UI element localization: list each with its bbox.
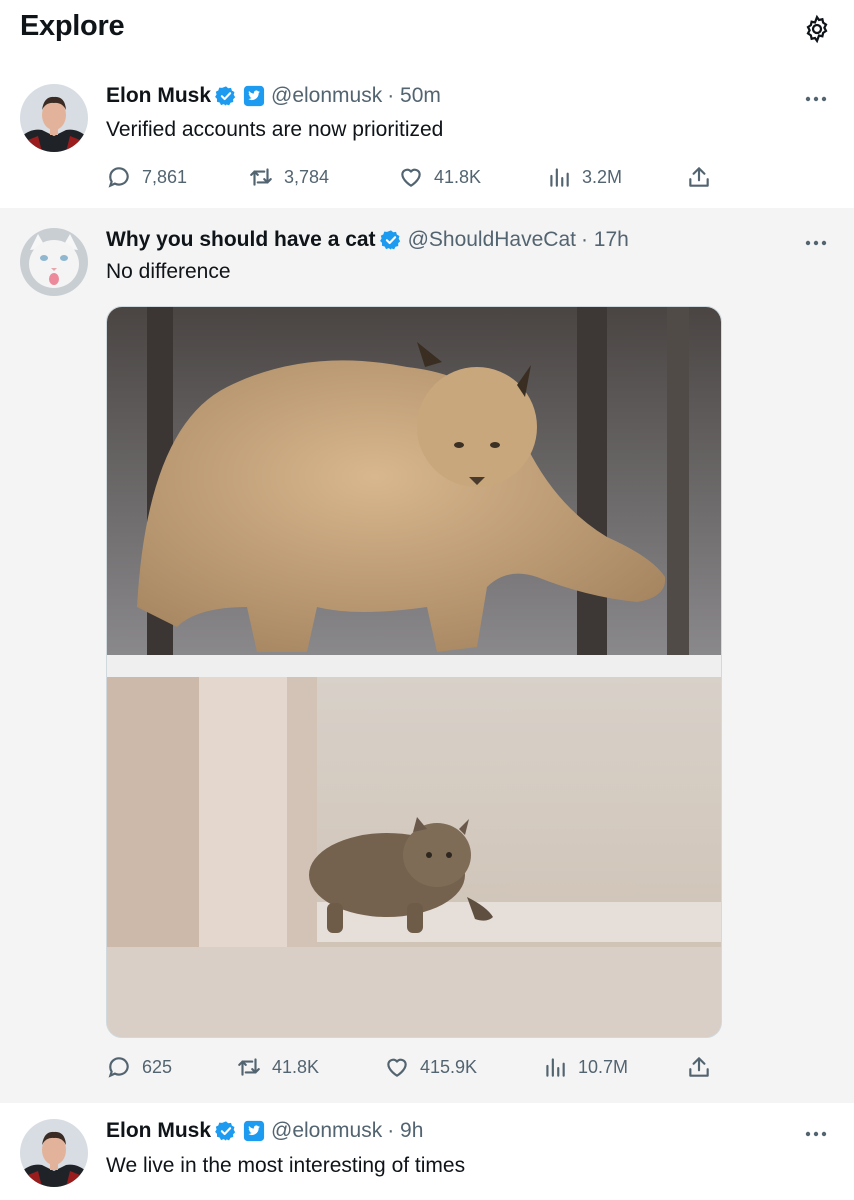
author-handle[interactable]: @elonmusk [271,84,382,108]
reply-count: 625 [142,1056,173,1077]
share-icon [689,167,709,187]
views-button[interactable]: 3.2M [546,164,622,190]
more-icon[interactable] [804,94,828,104]
more-icon[interactable] [804,1129,828,1139]
share-button[interactable] [686,164,722,190]
tweet-1[interactable]: Elon Musk @elonmusk · 50m Verified accou… [0,60,854,208]
lynx-and-cat-image [107,307,721,1037]
tweet-author-line: Elon Musk @elonmusk · 50m [106,84,441,108]
share-icon [689,1057,709,1077]
affiliate-badge-icon [243,1120,265,1142]
author-name[interactable]: Elon Musk [106,84,211,108]
avatar[interactable] [20,84,88,152]
tweet-3[interactable]: Elon Musk @elonmusk · 9h We live in the … [0,1103,854,1200]
like-count: 415.9K [420,1056,478,1077]
avatar[interactable] [20,1119,88,1187]
verified-badge-icon [379,230,400,250]
explore-header: Explore [0,0,854,60]
retweet-button[interactable]: 3,784 [248,164,329,190]
tweet-text: We live in the most interesting of times [106,1154,466,1177]
retweet-button[interactable]: 41.8K [236,1054,319,1080]
verified-badge-icon [215,86,236,106]
views-count: 3.2M [582,166,623,187]
views-count: 10.7M [578,1056,629,1077]
page-title: Explore [20,10,125,42]
like-button[interactable]: 41.8K [398,164,481,190]
tweet-text: Verified accounts are now prioritized [106,118,444,141]
tweet-time[interactable]: · 17h [581,228,629,252]
tweet-actions: 7,861 3,784 41.8K 3.2M [106,164,726,194]
reply-icon [108,167,129,188]
retweet-icon [238,1058,260,1076]
retweet-icon [250,168,272,186]
author-handle[interactable]: @elonmusk [271,1119,382,1143]
share-button[interactable] [686,1054,722,1080]
tweet-actions: 625 41.8K 415.9K 10.7M [106,1054,726,1084]
tweet-author-line: Elon Musk @elonmusk · 9h [106,1119,423,1143]
views-icon [550,168,569,187]
like-icon [401,168,421,187]
gear-icon[interactable] [802,14,832,44]
tweet-time[interactable]: · 9h [387,1119,423,1143]
tweet-time[interactable]: · 50m [387,84,441,108]
tweet-2[interactable]: Why you should have a cat @ShouldHaveCat… [0,208,854,1103]
reply-button[interactable]: 7,861 [106,164,187,190]
like-icon [387,1058,407,1077]
retweet-count: 3,784 [284,166,330,187]
tweet-media-image[interactable] [106,306,722,1038]
verified-badge-icon [215,1121,236,1141]
tweet-text: No difference [106,260,231,283]
author-handle[interactable]: @ShouldHaveCat [408,228,576,252]
avatar[interactable] [20,228,88,296]
reply-button[interactable]: 625 [106,1054,172,1080]
more-icon[interactable] [804,238,828,248]
tweet-author-line: Why you should have a cat @ShouldHaveCat… [106,228,629,252]
retweet-count: 41.8K [272,1056,320,1077]
reply-count: 7,861 [142,166,188,187]
like-count: 41.8K [434,166,482,187]
reply-icon [108,1057,129,1078]
views-button[interactable]: 10.7M [542,1054,628,1080]
author-name[interactable]: Elon Musk [106,1119,211,1143]
views-icon [546,1058,565,1077]
like-button[interactable]: 415.9K [384,1054,477,1080]
affiliate-badge-icon [243,85,265,107]
author-name[interactable]: Why you should have a cat [106,228,376,252]
